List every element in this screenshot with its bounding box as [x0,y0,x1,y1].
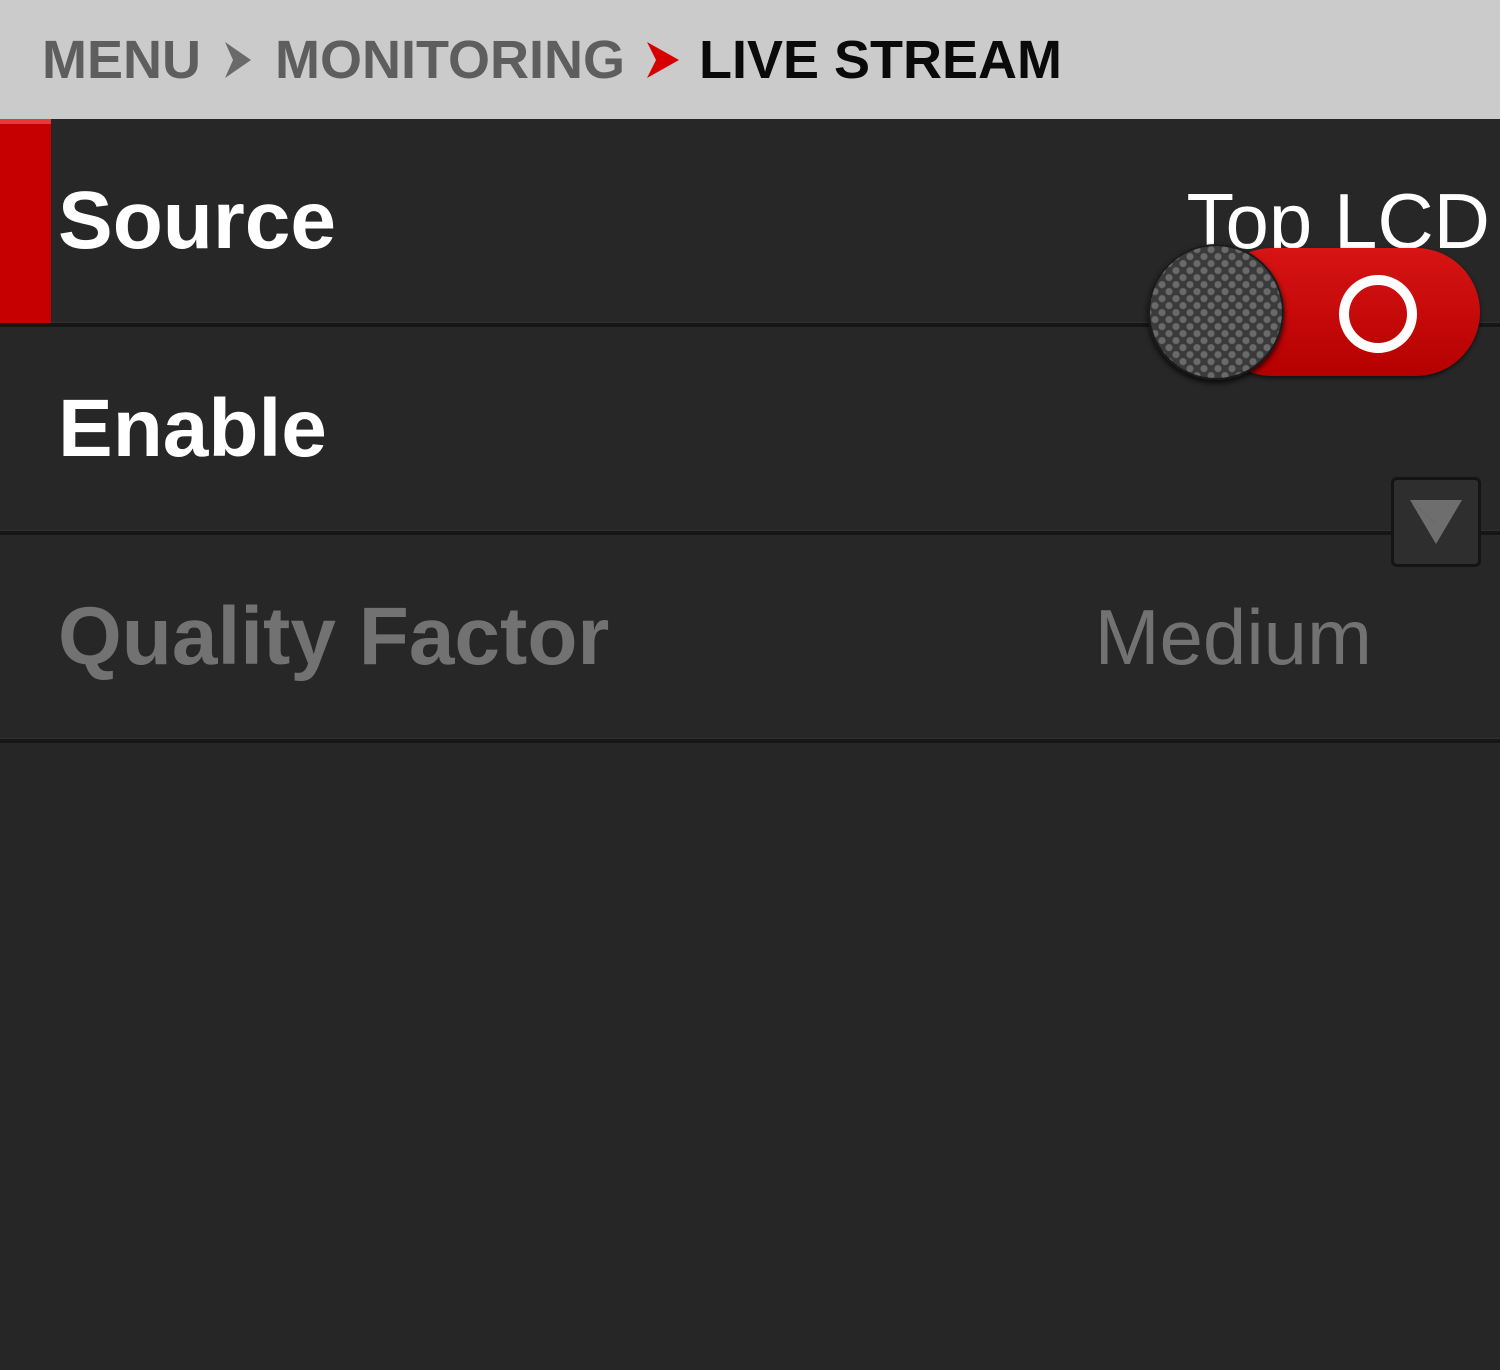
toggle-on-indicator-icon [1339,275,1417,353]
quality-factor-value: Medium [1094,593,1372,681]
toggle-knob[interactable] [1148,244,1284,380]
source-label: Source [58,175,336,266]
chevron-down-icon [1410,500,1462,544]
quality-factor-dropdown-button [1391,477,1481,567]
settings-list: Source Top LCD Enable Quality Factor Med… [0,119,1500,743]
breadcrumb-menu[interactable]: MENU [42,33,201,87]
breadcrumb-live-stream: LIVE STREAM [699,29,1063,90]
chevron-right-icon [219,33,259,87]
chevron-right-red-icon [643,33,683,87]
enable-toggle[interactable] [1148,244,1482,380]
breadcrumb-monitoring[interactable]: MONITORING [275,33,625,87]
setting-row-quality-factor: Quality Factor Medium [0,535,1500,743]
breadcrumb: MENU MONITORING LIVE STREAM [0,0,1500,119]
selection-indicator [0,119,51,323]
enable-label: Enable [58,383,327,474]
quality-factor-label: Quality Factor [58,591,610,682]
